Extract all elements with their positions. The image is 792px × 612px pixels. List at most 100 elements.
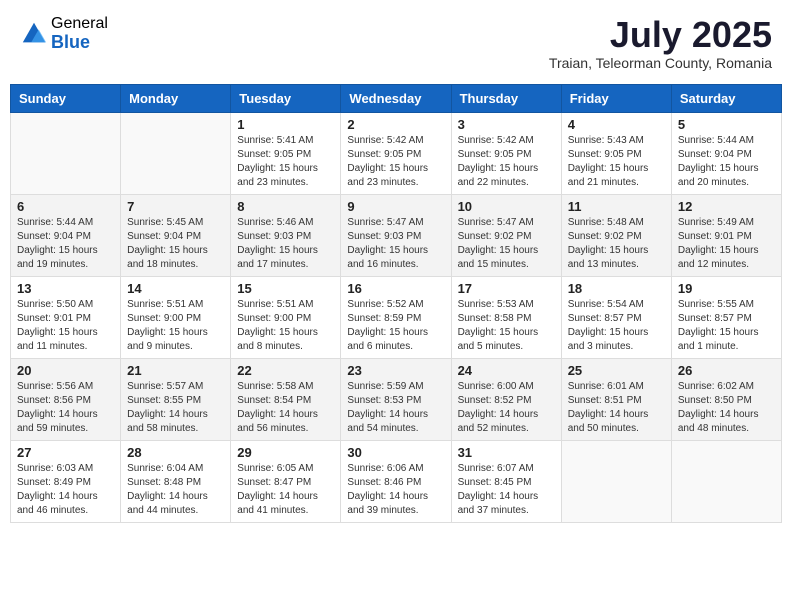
header-tuesday: Tuesday (231, 84, 341, 112)
cell-info: Sunrise: 6:05 AM Sunset: 8:47 PM Dayligh… (237, 462, 334, 518)
logo-text: General Blue (51, 15, 108, 52)
day-number: 7 (127, 199, 224, 214)
day-number: 21 (127, 363, 224, 378)
calendar-table: Sunday Monday Tuesday Wednesday Thursday… (10, 84, 782, 523)
cell-info: Sunrise: 5:42 AM Sunset: 9:05 PM Dayligh… (347, 134, 444, 190)
day-number: 14 (127, 281, 224, 296)
cell-info: Sunrise: 6:03 AM Sunset: 8:49 PM Dayligh… (17, 462, 114, 518)
table-row (561, 440, 671, 522)
header-wednesday: Wednesday (341, 84, 451, 112)
day-number: 27 (17, 445, 114, 460)
table-row: 27 Sunrise: 6:03 AM Sunset: 8:49 PM Dayli… (11, 440, 121, 522)
cell-info: Sunrise: 6:06 AM Sunset: 8:46 PM Dayligh… (347, 462, 444, 518)
cell-info: Sunrise: 6:02 AM Sunset: 8:50 PM Dayligh… (678, 380, 775, 436)
day-number: 23 (347, 363, 444, 378)
cell-info: Sunrise: 6:00 AM Sunset: 8:52 PM Dayligh… (458, 380, 555, 436)
title-section: July 2025 Traian, Teleorman County, Roma… (549, 15, 772, 71)
day-number: 8 (237, 199, 334, 214)
cell-info: Sunrise: 5:51 AM Sunset: 9:00 PM Dayligh… (127, 298, 224, 354)
table-row (671, 440, 781, 522)
table-row (121, 112, 231, 194)
day-number: 19 (678, 281, 775, 296)
day-number: 5 (678, 117, 775, 132)
table-row: 6Sunrise: 5:44 AM Sunset: 9:04 PM Daylig… (11, 194, 121, 276)
table-row: 8 Sunrise: 5:46 AM Sunset: 9:03 PM Daylig… (231, 194, 341, 276)
table-row: 24Sunrise: 6:00 AM Sunset: 8:52 PM Dayli… (451, 358, 561, 440)
cell-info: Sunrise: 5:47 AM Sunset: 9:02 PM Dayligh… (458, 216, 555, 272)
calendar-week-row: 6Sunrise: 5:44 AM Sunset: 9:04 PM Daylig… (11, 194, 782, 276)
table-row: 17 Sunrise: 5:53 AM Sunset: 8:58 PM Dayli… (451, 276, 561, 358)
day-number: 18 (568, 281, 665, 296)
page-header: General Blue July 2025 Traian, Teleorman… (10, 10, 782, 76)
day-number: 15 (237, 281, 334, 296)
location-title: Traian, Teleorman County, Romania (549, 55, 772, 71)
calendar-week-row: 20 Sunrise: 5:56 AM Sunset: 8:56 PM Dayli… (11, 358, 782, 440)
cell-info: Sunrise: 6:04 AM Sunset: 8:48 PM Dayligh… (127, 462, 224, 518)
table-row: 16 Sunrise: 5:52 AM Sunset: 8:59 PM Dayli… (341, 276, 451, 358)
day-number: 2 (347, 117, 444, 132)
day-number: 22 (237, 363, 334, 378)
day-number: 26 (678, 363, 775, 378)
day-number: 17 (458, 281, 555, 296)
day-number: 1 (237, 117, 334, 132)
table-row: 13 Sunrise: 5:50 AM Sunset: 9:01 PM Dayli… (11, 276, 121, 358)
header-friday: Friday (561, 84, 671, 112)
table-row: 12Sunrise: 5:49 AM Sunset: 9:01 PM Dayli… (671, 194, 781, 276)
month-year-title: July 2025 (549, 15, 772, 55)
cell-info: Sunrise: 5:54 AM Sunset: 8:57 PM Dayligh… (568, 298, 665, 354)
day-number: 25 (568, 363, 665, 378)
header-monday: Monday (121, 84, 231, 112)
table-row: 31Sunrise: 6:07 AM Sunset: 8:45 PM Dayli… (451, 440, 561, 522)
table-row: 5Sunrise: 5:44 AM Sunset: 9:04 PM Daylig… (671, 112, 781, 194)
table-row: 4 Sunrise: 5:43 AM Sunset: 9:05 PM Daylig… (561, 112, 671, 194)
table-row: 14 Sunrise: 5:51 AM Sunset: 9:00 PM Dayli… (121, 276, 231, 358)
cell-info: Sunrise: 5:59 AM Sunset: 8:53 PM Dayligh… (347, 380, 444, 436)
table-row: 20 Sunrise: 5:56 AM Sunset: 8:56 PM Dayli… (11, 358, 121, 440)
table-row: 23 Sunrise: 5:59 AM Sunset: 8:53 PM Dayli… (341, 358, 451, 440)
cell-info: Sunrise: 5:53 AM Sunset: 8:58 PM Dayligh… (458, 298, 555, 354)
cell-info: Sunrise: 5:46 AM Sunset: 9:03 PM Dayligh… (237, 216, 334, 272)
cell-info: Sunrise: 5:48 AM Sunset: 9:02 PM Dayligh… (568, 216, 665, 272)
table-row: 10Sunrise: 5:47 AM Sunset: 9:02 PM Dayli… (451, 194, 561, 276)
day-number: 13 (17, 281, 114, 296)
table-row: 3Sunrise: 5:42 AM Sunset: 9:05 PM Daylig… (451, 112, 561, 194)
cell-info: Sunrise: 5:44 AM Sunset: 9:04 PM Dayligh… (17, 216, 114, 272)
table-row: 21 Sunrise: 5:57 AM Sunset: 8:55 PM Dayli… (121, 358, 231, 440)
table-row: 28 Sunrise: 6:04 AM Sunset: 8:48 PM Dayli… (121, 440, 231, 522)
day-number: 11 (568, 199, 665, 214)
day-number: 20 (17, 363, 114, 378)
table-row: 18 Sunrise: 5:54 AM Sunset: 8:57 PM Dayli… (561, 276, 671, 358)
cell-info: Sunrise: 5:50 AM Sunset: 9:01 PM Dayligh… (17, 298, 114, 354)
calendar-week-row: 1 Sunrise: 5:41 AM Sunset: 9:05 PM Daylig… (11, 112, 782, 194)
day-number: 31 (458, 445, 555, 460)
table-row: 7Sunrise: 5:45 AM Sunset: 9:04 PM Daylig… (121, 194, 231, 276)
table-row: 15Sunrise: 5:51 AM Sunset: 9:00 PM Dayli… (231, 276, 341, 358)
table-row: 19Sunrise: 5:55 AM Sunset: 8:57 PM Dayli… (671, 276, 781, 358)
cell-info: Sunrise: 5:56 AM Sunset: 8:56 PM Dayligh… (17, 380, 114, 436)
day-number: 30 (347, 445, 444, 460)
header-saturday: Saturday (671, 84, 781, 112)
day-number: 16 (347, 281, 444, 296)
cell-info: Sunrise: 5:47 AM Sunset: 9:03 PM Dayligh… (347, 216, 444, 272)
calendar-week-row: 27 Sunrise: 6:03 AM Sunset: 8:49 PM Dayli… (11, 440, 782, 522)
cell-info: Sunrise: 5:57 AM Sunset: 8:55 PM Dayligh… (127, 380, 224, 436)
header-thursday: Thursday (451, 84, 561, 112)
table-row: 1 Sunrise: 5:41 AM Sunset: 9:05 PM Daylig… (231, 112, 341, 194)
table-row: 11 Sunrise: 5:48 AM Sunset: 9:02 PM Dayli… (561, 194, 671, 276)
table-row: 26 Sunrise: 6:02 AM Sunset: 8:50 PM Dayli… (671, 358, 781, 440)
table-row: 29Sunrise: 6:05 AM Sunset: 8:47 PM Dayli… (231, 440, 341, 522)
day-number: 9 (347, 199, 444, 214)
day-number: 3 (458, 117, 555, 132)
table-row: 9 Sunrise: 5:47 AM Sunset: 9:03 PM Daylig… (341, 194, 451, 276)
logo-general: General (51, 15, 108, 33)
cell-info: Sunrise: 5:52 AM Sunset: 8:59 PM Dayligh… (347, 298, 444, 354)
cell-info: Sunrise: 5:49 AM Sunset: 9:01 PM Dayligh… (678, 216, 775, 272)
cell-info: Sunrise: 5:41 AM Sunset: 9:05 PM Dayligh… (237, 134, 334, 190)
cell-info: Sunrise: 5:43 AM Sunset: 9:05 PM Dayligh… (568, 134, 665, 190)
day-number: 4 (568, 117, 665, 132)
table-row: 30 Sunrise: 6:06 AM Sunset: 8:46 PM Dayli… (341, 440, 451, 522)
day-number: 28 (127, 445, 224, 460)
calendar-header-row: Sunday Monday Tuesday Wednesday Thursday… (11, 84, 782, 112)
cell-info: Sunrise: 6:01 AM Sunset: 8:51 PM Dayligh… (568, 380, 665, 436)
header-sunday: Sunday (11, 84, 121, 112)
